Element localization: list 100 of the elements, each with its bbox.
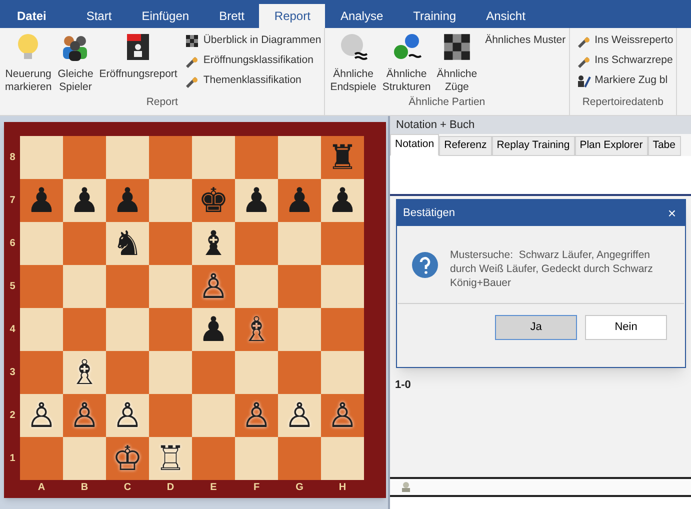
- board-square[interactable]: [63, 222, 106, 265]
- board-square[interactable]: ♟: [63, 179, 106, 222]
- board-square[interactable]: [63, 265, 106, 308]
- board-square[interactable]: [149, 265, 192, 308]
- board-square[interactable]: ♔: [106, 437, 149, 480]
- board-square[interactable]: [321, 308, 364, 351]
- board-square[interactable]: ♟: [106, 179, 149, 222]
- board-square[interactable]: [149, 136, 192, 179]
- chess-piece[interactable]: ♟: [112, 184, 143, 218]
- board-square[interactable]: [278, 351, 321, 394]
- dialog-button[interactable]: Nein: [585, 315, 667, 340]
- chess-piece[interactable]: ♙: [26, 398, 57, 432]
- chess-piece[interactable]: ♙: [284, 398, 315, 432]
- menu-tab[interactable]: Report: [259, 4, 326, 28]
- board-square[interactable]: ♟: [278, 179, 321, 222]
- chess-piece[interactable]: ♙: [241, 398, 272, 432]
- board-square[interactable]: [20, 437, 63, 480]
- chess-piece[interactable]: ♔: [112, 442, 143, 476]
- board-square[interactable]: [321, 351, 364, 394]
- board-square[interactable]: [149, 308, 192, 351]
- board-square[interactable]: [20, 351, 63, 394]
- chess-piece[interactable]: ♙: [327, 398, 358, 432]
- board-square[interactable]: ♜: [321, 136, 364, 179]
- chess-piece[interactable]: ♙: [198, 270, 229, 304]
- ribbon-button[interactable]: Ähnliche Endspiele: [328, 32, 378, 96]
- ribbon-button[interactable]: Ähnliches Muster: [485, 32, 566, 49]
- menu-tab[interactable]: Ansicht: [471, 4, 540, 28]
- ribbon-button[interactable]: Eröffnungsklassifikation: [185, 52, 322, 69]
- board-square[interactable]: ♗: [63, 351, 106, 394]
- chess-piece[interactable]: ♗: [69, 356, 100, 390]
- menu-tab[interactable]: Training: [398, 4, 472, 28]
- chess-piece[interactable]: ♖: [155, 442, 186, 476]
- board-square[interactable]: ♙: [235, 394, 278, 437]
- chess-piece[interactable]: ♚: [198, 184, 229, 218]
- board-square[interactable]: [235, 351, 278, 394]
- board-square[interactable]: [321, 265, 364, 308]
- input-field[interactable]: [390, 497, 691, 509]
- chess-piece[interactable]: ♜: [327, 140, 358, 174]
- chess-piece[interactable]: ♙: [69, 398, 100, 432]
- dialog-button[interactable]: Ja: [495, 315, 577, 340]
- board-square[interactable]: ♚: [192, 179, 235, 222]
- board-square[interactable]: ♟: [20, 179, 63, 222]
- board-square[interactable]: [192, 136, 235, 179]
- chess-piece[interactable]: ♟: [198, 312, 229, 346]
- board-square[interactable]: ♟: [192, 308, 235, 351]
- panel-tab[interactable]: Tabe: [648, 136, 680, 156]
- ribbon-button[interactable]: Eröffnungsreport: [97, 32, 180, 96]
- board-square[interactable]: [20, 136, 63, 179]
- board-square[interactable]: [235, 437, 278, 480]
- chess-piece[interactable]: ♗: [241, 312, 272, 346]
- chess-piece[interactable]: ♞: [112, 226, 143, 260]
- chess-piece[interactable]: ♝: [198, 226, 229, 260]
- board-square[interactable]: [149, 394, 192, 437]
- board-square[interactable]: [235, 222, 278, 265]
- board-square[interactable]: [63, 437, 106, 480]
- chess-piece[interactable]: ♟: [241, 184, 272, 218]
- panel-tab[interactable]: Notation: [390, 134, 440, 156]
- chess-piece[interactable]: ♟: [284, 184, 315, 218]
- ribbon-button[interactable]: Ins Schwarzrepe: [576, 52, 674, 69]
- chess-piece[interactable]: ♟: [69, 184, 100, 218]
- board-square[interactable]: [192, 351, 235, 394]
- board-square[interactable]: [235, 136, 278, 179]
- board-square[interactable]: ♙: [20, 394, 63, 437]
- board-square[interactable]: ♞: [106, 222, 149, 265]
- ribbon-button[interactable]: Ähnliche Züge: [434, 32, 480, 96]
- panel-tab[interactable]: Referenz: [439, 136, 492, 156]
- chess-piece[interactable]: ♙: [112, 398, 143, 432]
- board-square[interactable]: [63, 308, 106, 351]
- ribbon-button[interactable]: Neuerung markieren: [3, 32, 54, 96]
- board-square[interactable]: [106, 308, 149, 351]
- menu-tab[interactable]: Start: [71, 4, 127, 28]
- board-square[interactable]: [278, 265, 321, 308]
- board-square[interactable]: [321, 437, 364, 480]
- board-square[interactable]: [106, 351, 149, 394]
- board-square[interactable]: ♟: [235, 179, 278, 222]
- board-square[interactable]: ♙: [106, 394, 149, 437]
- panel-tab[interactable]: Replay Training: [492, 136, 575, 156]
- chess-piece[interactable]: ♟: [26, 184, 57, 218]
- ribbon-button[interactable]: Ins Weissreperto: [576, 32, 674, 49]
- menu-tab[interactable]: Analyse: [325, 4, 398, 28]
- board-square[interactable]: [20, 265, 63, 308]
- menu-tab[interactable]: Einfügen: [126, 4, 204, 28]
- board-square[interactable]: ♟: [321, 179, 364, 222]
- board-square[interactable]: ♝: [192, 222, 235, 265]
- board-square[interactable]: [63, 136, 106, 179]
- board-square[interactable]: ♙: [321, 394, 364, 437]
- board-square[interactable]: [106, 136, 149, 179]
- board-square[interactable]: [278, 136, 321, 179]
- ribbon-button[interactable]: Markiere Zug bl: [576, 72, 674, 89]
- ribbon-button[interactable]: Ähnliche Strukturen: [380, 32, 433, 96]
- board-square[interactable]: ♙: [63, 394, 106, 437]
- board-square[interactable]: [192, 437, 235, 480]
- board-square[interactable]: [149, 222, 192, 265]
- board-square[interactable]: [20, 308, 63, 351]
- ribbon-button[interactable]: Gleiche Spieler: [56, 32, 96, 96]
- board-square[interactable]: ♗: [235, 308, 278, 351]
- ribbon-button[interactable]: Themenklassifikation: [185, 72, 322, 89]
- board-square[interactable]: [149, 179, 192, 222]
- board-square[interactable]: [321, 222, 364, 265]
- board-square[interactable]: [149, 351, 192, 394]
